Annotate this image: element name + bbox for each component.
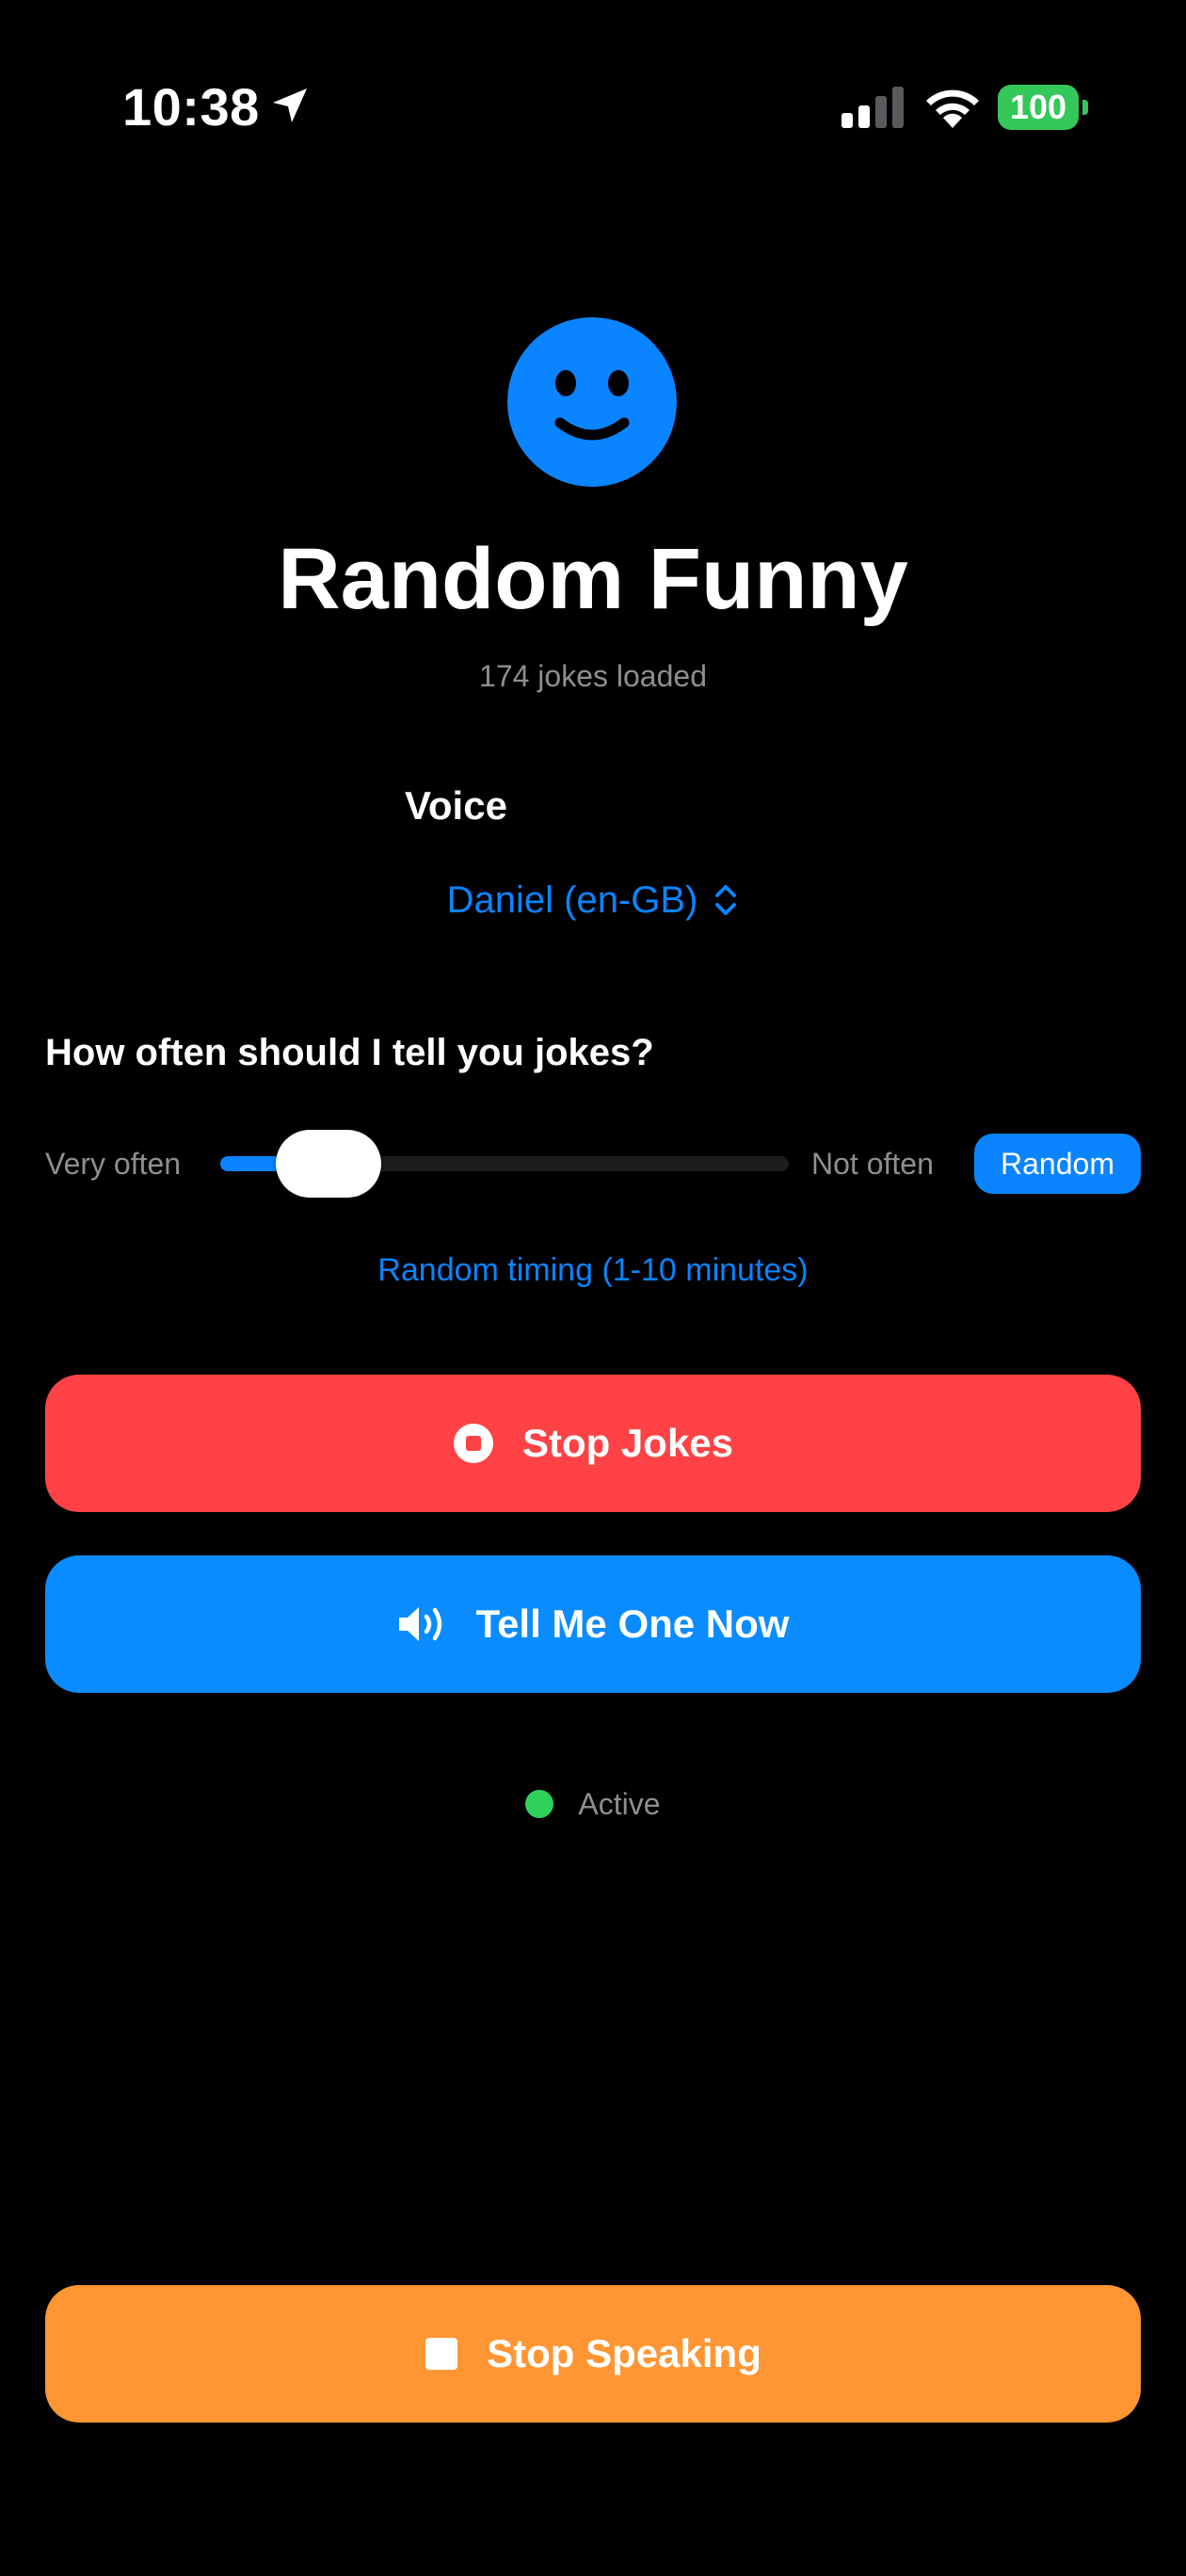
frequency-slider[interactable] — [220, 1130, 789, 1198]
battery-indicator: 100 — [998, 85, 1088, 130]
stop-jokes-button[interactable]: Stop Jokes — [45, 1375, 1141, 1512]
status-time: 10:38 — [122, 77, 260, 137]
timing-caption: Random timing (1-10 minutes) — [377, 1252, 809, 1288]
stop-jokes-label: Stop Jokes — [521, 1421, 734, 1465]
tell-me-one-now-button[interactable]: Tell Me One Now — [45, 1555, 1141, 1693]
stop-circle-icon — [453, 1424, 493, 1463]
status-indicator: Active — [0, 1783, 1186, 1825]
wifi-icon — [926, 89, 979, 128]
tell-me-one-now-label: Tell Me One Now — [475, 1602, 790, 1646]
speaker-wave-icon — [398, 1607, 441, 1641]
voice-picker[interactable]: Daniel (en-GB) — [0, 876, 1186, 925]
frequency-heading: How often should I tell you jokes? — [45, 1032, 654, 1073]
slider-max-label: Not often — [811, 1147, 934, 1181]
chevron-up-down-icon — [715, 885, 737, 915]
battery-level: 100 — [998, 85, 1079, 130]
cellular-signal-icon — [841, 87, 904, 128]
voice-label: Voice — [405, 783, 507, 828]
stop-speaking-label: Stop Speaking — [487, 2331, 761, 2375]
stop-square-icon — [425, 2338, 458, 2370]
jokes-loaded-count: 174 jokes loaded — [479, 659, 707, 693]
random-toggle-button[interactable]: Random — [974, 1134, 1141, 1194]
battery-nub — [1082, 100, 1088, 115]
page-title: Random Funny — [278, 531, 908, 627]
status-dot — [525, 1790, 554, 1818]
slider-thumb[interactable] — [275, 1130, 381, 1198]
stop-speaking-button[interactable]: Stop Speaking — [45, 2285, 1141, 2423]
voice-picker-value: Daniel (en-GB) — [446, 879, 698, 921]
location-arrow-icon — [273, 89, 307, 122]
status-text: Active — [578, 1787, 661, 1821]
slider-min-label: Very often — [45, 1147, 182, 1181]
smiley-face-icon — [507, 317, 677, 487]
